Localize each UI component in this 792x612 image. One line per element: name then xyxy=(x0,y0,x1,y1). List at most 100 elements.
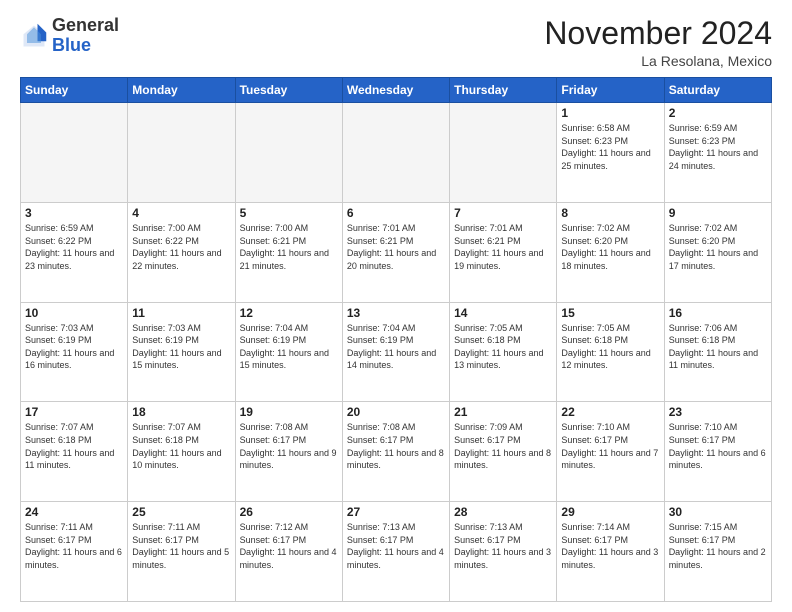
logo-blue: Blue xyxy=(52,35,91,55)
day-number: 1 xyxy=(561,106,659,120)
day-info: Sunrise: 7:01 AMSunset: 6:21 PMDaylight:… xyxy=(454,222,552,272)
day-number: 12 xyxy=(240,306,338,320)
day-info: Sunrise: 7:11 AMSunset: 6:17 PMDaylight:… xyxy=(25,521,123,571)
day-info: Sunrise: 7:11 AMSunset: 6:17 PMDaylight:… xyxy=(132,521,230,571)
calendar-cell: 26Sunrise: 7:12 AMSunset: 6:17 PMDayligh… xyxy=(235,502,342,602)
calendar-cell xyxy=(235,103,342,203)
logo-icon xyxy=(20,22,48,50)
day-number: 26 xyxy=(240,505,338,519)
calendar-cell: 25 Sunrise: 7:11 AMSunset: 6:17 PMDayligh… xyxy=(128,502,235,602)
day-number: 3 xyxy=(25,206,123,220)
calendar-cell: 8 Sunrise: 7:02 AMSunset: 6:20 PMDaylight… xyxy=(557,202,664,302)
day-number: 16 xyxy=(669,306,767,320)
logo-general: General xyxy=(52,15,119,35)
day-info: Sunrise: 7:08 AMSunset: 6:17 PMDaylight:… xyxy=(347,421,445,471)
day-number: 24 xyxy=(25,505,123,519)
calendar-cell: 18Sunrise: 7:07 AMSunset: 6:18 PMDayligh… xyxy=(128,402,235,502)
day-number: 15 xyxy=(561,306,659,320)
day-header: Sunday xyxy=(21,78,128,103)
day-number: 5 xyxy=(240,206,338,220)
calendar-week-row: 24 Sunrise: 7:11 AMSunset: 6:17 PMDayligh… xyxy=(21,502,772,602)
day-info: Sunrise: 7:07 AMSunset: 6:18 PMDaylight:… xyxy=(25,421,123,471)
calendar-cell: 23 Sunrise: 7:10 AMSunset: 6:17 PMDayligh… xyxy=(664,402,771,502)
logo-text: General Blue xyxy=(52,16,119,56)
day-number: 13 xyxy=(347,306,445,320)
day-info: Sunrise: 6:59 AMSunset: 6:22 PMDaylight:… xyxy=(25,222,123,272)
calendar-week-row: 1 Sunrise: 6:58 AMSunset: 6:23 PMDaylight… xyxy=(21,103,772,203)
day-number: 4 xyxy=(132,206,230,220)
day-info: Sunrise: 7:14 AMSunset: 6:17 PMDaylight:… xyxy=(561,521,659,571)
calendar-cell: 6 Sunrise: 7:01 AMSunset: 6:21 PMDaylight… xyxy=(342,202,449,302)
month-title: November 2024 xyxy=(544,16,772,51)
calendar-cell: 20 Sunrise: 7:08 AMSunset: 6:17 PMDayligh… xyxy=(342,402,449,502)
calendar-cell: 21Sunrise: 7:09 AMSunset: 6:17 PMDayligh… xyxy=(450,402,557,502)
calendar-cell: 11 Sunrise: 7:03 AMSunset: 6:19 PMDayligh… xyxy=(128,302,235,402)
calendar-cell: 29 Sunrise: 7:14 AMSunset: 6:17 PMDayligh… xyxy=(557,502,664,602)
day-info: Sunrise: 6:58 AMSunset: 6:23 PMDaylight:… xyxy=(561,122,659,172)
calendar-cell: 2 Sunrise: 6:59 AMSunset: 6:23 PMDaylight… xyxy=(664,103,771,203)
day-number: 23 xyxy=(669,405,767,419)
day-number: 7 xyxy=(454,206,552,220)
day-info: Sunrise: 7:01 AMSunset: 6:21 PMDaylight:… xyxy=(347,222,445,272)
day-info: Sunrise: 7:03 AMSunset: 6:19 PMDaylight:… xyxy=(132,322,230,372)
calendar-cell: 9Sunrise: 7:02 AMSunset: 6:20 PMDaylight… xyxy=(664,202,771,302)
day-number: 27 xyxy=(347,505,445,519)
day-number: 2 xyxy=(669,106,767,120)
calendar-cell xyxy=(128,103,235,203)
calendar-cell: 5Sunrise: 7:00 AMSunset: 6:21 PMDaylight… xyxy=(235,202,342,302)
calendar-cell: 10Sunrise: 7:03 AMSunset: 6:19 PMDayligh… xyxy=(21,302,128,402)
day-info: Sunrise: 6:59 AMSunset: 6:23 PMDaylight:… xyxy=(669,122,767,172)
day-number: 10 xyxy=(25,306,123,320)
day-info: Sunrise: 7:09 AMSunset: 6:17 PMDaylight:… xyxy=(454,421,552,471)
calendar-cell xyxy=(450,103,557,203)
day-number: 28 xyxy=(454,505,552,519)
calendar-cell: 13 Sunrise: 7:04 AMSunset: 6:19 PMDayligh… xyxy=(342,302,449,402)
day-number: 6 xyxy=(347,206,445,220)
day-header: Saturday xyxy=(664,78,771,103)
day-info: Sunrise: 7:00 AMSunset: 6:22 PMDaylight:… xyxy=(132,222,230,272)
calendar-table: SundayMondayTuesdayWednesdayThursdayFrid… xyxy=(20,77,772,602)
calendar-cell xyxy=(21,103,128,203)
day-number: 22 xyxy=(561,405,659,419)
title-block: November 2024 La Resolana, Mexico xyxy=(544,16,772,69)
day-header: Thursday xyxy=(450,78,557,103)
calendar-cell: 4 Sunrise: 7:00 AMSunset: 6:22 PMDaylight… xyxy=(128,202,235,302)
day-number: 14 xyxy=(454,306,552,320)
calendar-week-row: 17 Sunrise: 7:07 AMSunset: 6:18 PMDayligh… xyxy=(21,402,772,502)
day-info: Sunrise: 7:15 AMSunset: 6:17 PMDaylight:… xyxy=(669,521,767,571)
day-info: Sunrise: 7:08 AMSunset: 6:17 PMDaylight:… xyxy=(240,421,338,471)
calendar-cell: 14 Sunrise: 7:05 AMSunset: 6:18 PMDayligh… xyxy=(450,302,557,402)
day-info: Sunrise: 7:05 AMSunset: 6:18 PMDaylight:… xyxy=(561,322,659,372)
day-header: Monday xyxy=(128,78,235,103)
day-info: Sunrise: 7:10 AMSunset: 6:17 PMDaylight:… xyxy=(669,421,767,471)
page: General Blue November 2024 La Resolana, … xyxy=(0,0,792,612)
day-number: 19 xyxy=(240,405,338,419)
day-number: 17 xyxy=(25,405,123,419)
day-number: 11 xyxy=(132,306,230,320)
calendar-cell: 30 Sunrise: 7:15 AMSunset: 6:17 PMDayligh… xyxy=(664,502,771,602)
day-info: Sunrise: 7:02 AMSunset: 6:20 PMDaylight:… xyxy=(669,222,767,272)
day-info: Sunrise: 7:05 AMSunset: 6:18 PMDaylight:… xyxy=(454,322,552,372)
calendar-cell: 15 Sunrise: 7:05 AMSunset: 6:18 PMDayligh… xyxy=(557,302,664,402)
calendar-cell xyxy=(342,103,449,203)
day-number: 20 xyxy=(347,405,445,419)
day-info: Sunrise: 7:02 AMSunset: 6:20 PMDaylight:… xyxy=(561,222,659,272)
day-number: 30 xyxy=(669,505,767,519)
calendar-week-row: 3 Sunrise: 6:59 AMSunset: 6:22 PMDaylight… xyxy=(21,202,772,302)
day-info: Sunrise: 7:04 AMSunset: 6:19 PMDaylight:… xyxy=(240,322,338,372)
calendar-cell: 27Sunrise: 7:13 AMSunset: 6:17 PMDayligh… xyxy=(342,502,449,602)
day-info: Sunrise: 7:13 AMSunset: 6:17 PMDaylight:… xyxy=(454,521,552,571)
header: General Blue November 2024 La Resolana, … xyxy=(20,16,772,69)
logo: General Blue xyxy=(20,16,119,56)
day-number: 8 xyxy=(561,206,659,220)
day-header: Friday xyxy=(557,78,664,103)
calendar-cell: 17 Sunrise: 7:07 AMSunset: 6:18 PMDayligh… xyxy=(21,402,128,502)
calendar-week-row: 10 Sunrise: 7:03 AMSunset: 6:19 PMDayligh… xyxy=(21,302,772,402)
calendar-cell: 28 Sunrise: 7:13 AMSunset: 6:17 PMDayligh… xyxy=(450,502,557,602)
day-header: Wednesday xyxy=(342,78,449,103)
day-info: Sunrise: 7:04 AMSunset: 6:19 PMDaylight:… xyxy=(347,322,445,372)
calendar-cell: 22Sunrise: 7:10 AMSunset: 6:17 PMDayligh… xyxy=(557,402,664,502)
calendar-cell: 16Sunrise: 7:06 AMSunset: 6:18 PMDayligh… xyxy=(664,302,771,402)
day-number: 29 xyxy=(561,505,659,519)
day-number: 25 xyxy=(132,505,230,519)
